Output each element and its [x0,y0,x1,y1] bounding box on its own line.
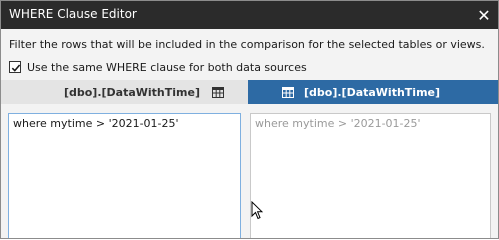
mouse-pointer-icon [251,201,263,220]
source-arrow-separator [235,80,248,104]
same-clause-option[interactable]: Use the same WHERE clause for both data … [9,59,307,75]
source-tab-left[interactable]: [dbo].[DataWithTime] [1,80,248,104]
source-tab-right[interactable]: [dbo].[DataWithTime] [248,80,498,104]
table-icon [282,86,294,98]
source-right-label: [dbo].[DataWithTime] [304,85,441,99]
title-bar: WHERE Clause Editor ✕ [1,1,498,29]
close-icon: ✕ [477,5,491,25]
window-title: WHERE Clause Editor [9,7,137,21]
same-clause-label: Use the same WHERE clause for both data … [27,60,307,74]
editor-panels: where mytime > '2021-01-25' where mytime… [1,104,498,238]
same-clause-checkbox[interactable] [9,61,21,73]
where-clause-input-right[interactable]: where mytime > '2021-01-25' [250,113,491,238]
source-left-label: [dbo].[DataWithTime] [63,85,200,99]
description-text: Filter the rows that will be included in… [9,38,485,51]
checkmark-icon [11,64,21,72]
where-clause-editor-dialog: WHERE Clause Editor ✕ Filter the rows th… [0,0,499,239]
close-button[interactable]: ✕ [470,1,498,29]
table-icon [212,86,224,98]
where-clause-input-left[interactable]: where mytime > '2021-01-25' [8,113,241,238]
data-sources-bar: [dbo].[DataWithTime] [dbo].[DataWithTime… [1,80,498,104]
